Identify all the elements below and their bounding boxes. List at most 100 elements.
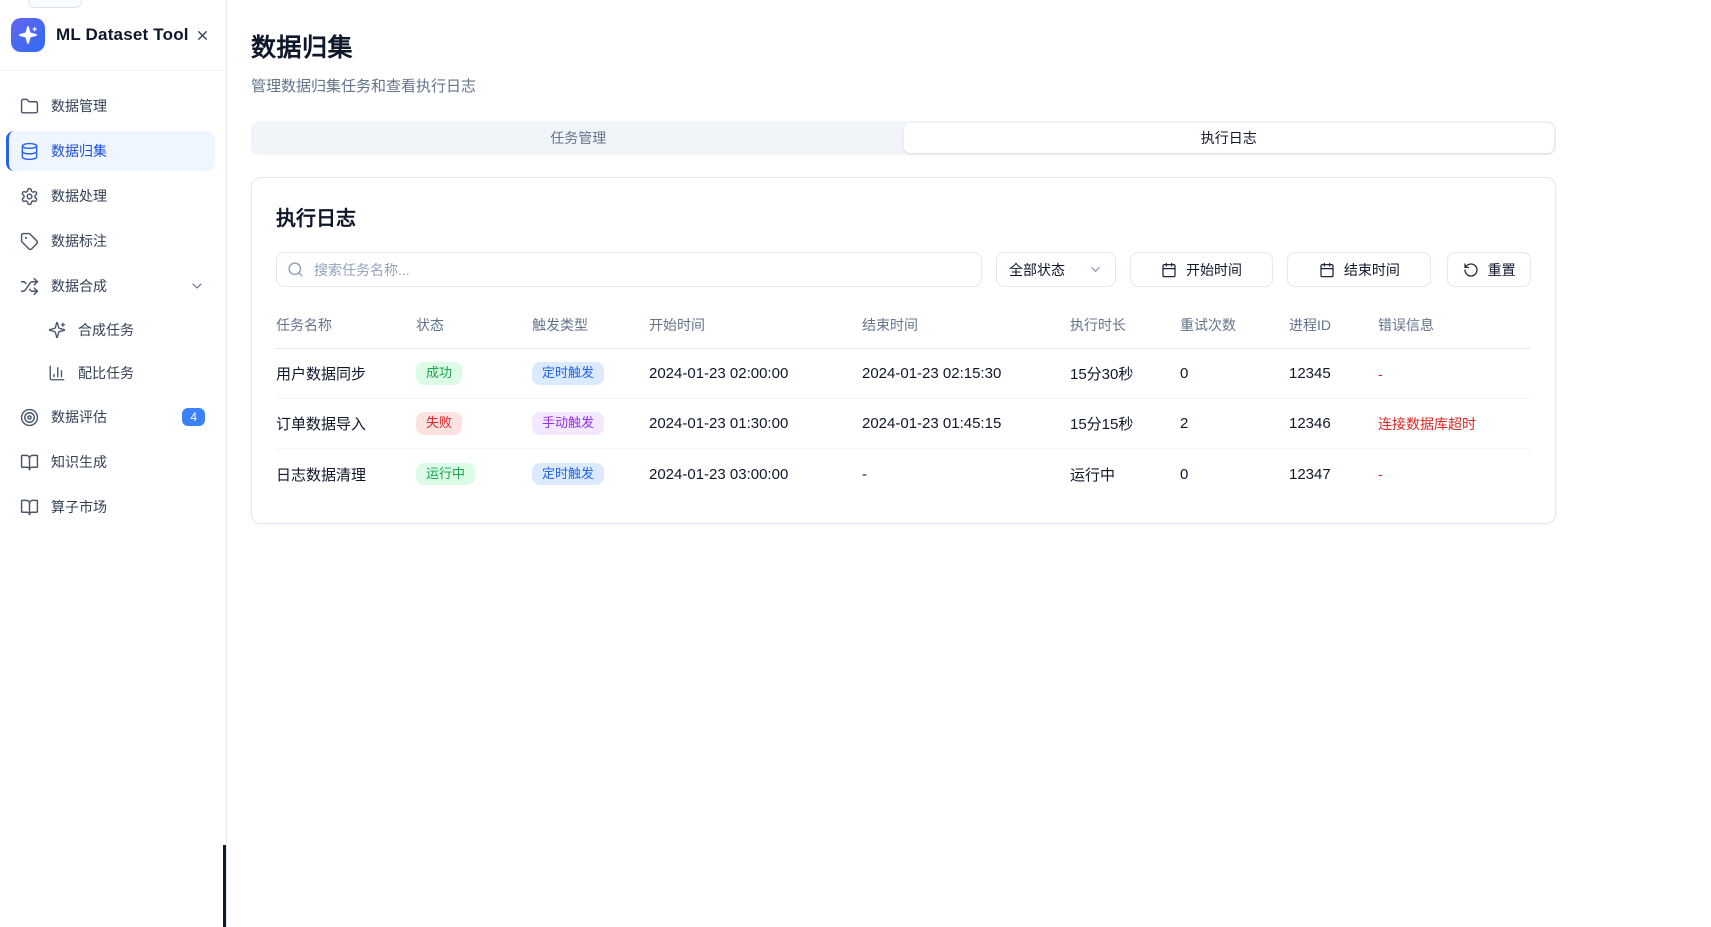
filter-bar: 全部状态 开始时间 结束时间 [276, 252, 1531, 287]
main-content: 数据归集 管理数据归集任务和查看执行日志 任务管理执行日志 执行日志 全部状态 [227, 0, 1711, 927]
trigger-cell: 定时触发 [532, 362, 649, 385]
status-badge: 运行中 [416, 463, 475, 486]
tab-task-management[interactable]: 任务管理 [253, 123, 904, 153]
sidebar-item-label: 数据评估 [51, 407, 107, 427]
sidebar-scrollbar-thumb[interactable] [223, 845, 226, 927]
sidebar-item-operator-market[interactable]: 算子市场 [6, 487, 215, 527]
rotate-ccw-icon [1463, 262, 1479, 278]
status-filter-select[interactable]: 全部状态 [996, 252, 1116, 287]
end-time-cell: 2024-01-23 01:45:15 [862, 415, 1070, 432]
task-name-cell: 订单数据导入 [276, 413, 416, 434]
retries-cell: 2 [1180, 415, 1289, 432]
status-badge: 成功 [416, 362, 462, 385]
reset-button[interactable]: 重置 [1447, 252, 1531, 287]
page-subtitle: 管理数据归集任务和查看执行日志 [251, 75, 1556, 96]
sidebar-item-label: 数据归集 [51, 141, 107, 161]
close-icon[interactable] [195, 28, 210, 43]
chevron-down-icon [189, 278, 205, 294]
tab-bar: 任务管理执行日志 [251, 121, 1556, 155]
book-icon [20, 453, 39, 472]
table-row: 用户数据同步成功定时触发2024-01-23 02:00:002024-01-2… [276, 349, 1531, 399]
start-time-cell: 2024-01-23 01:30:00 [649, 415, 862, 432]
column-header: 错误信息 [1378, 315, 1531, 335]
count-badge: 4 [182, 408, 205, 426]
pid-cell: 12345 [1289, 365, 1378, 382]
trigger-cell: 定时触发 [532, 463, 649, 486]
book-icon [20, 498, 39, 517]
search-field [276, 252, 982, 287]
start-time-button[interactable]: 开始时间 [1130, 252, 1274, 287]
sidebar-item-data-synthesis[interactable]: 数据合成 [6, 266, 215, 306]
sidebar-item-label: 数据标注 [51, 231, 107, 251]
tab-execution-logs[interactable]: 执行日志 [904, 123, 1555, 153]
end-time-cell: 2024-01-23 02:15:30 [862, 365, 1070, 382]
end-time-cell: - [862, 466, 1070, 483]
table-body: 用户数据同步成功定时触发2024-01-23 02:00:002024-01-2… [276, 349, 1531, 499]
sidebar-item-label: 算子市场 [51, 497, 107, 517]
sidebar-item-data-evaluation[interactable]: 数据评估 4 [6, 397, 215, 437]
column-header: 重试次数 [1180, 315, 1289, 335]
sidebar-item-synthesis-task[interactable]: 合成任务 [34, 311, 215, 349]
tag-icon [20, 232, 39, 251]
sidebar-item-data-management[interactable]: 数据管理 [6, 86, 215, 126]
pid-cell: 12347 [1289, 466, 1378, 483]
start-time-label: 开始时间 [1186, 260, 1242, 280]
duration-cell: 运行中 [1070, 464, 1180, 485]
sidebar-item-data-processing[interactable]: 数据处理 [6, 176, 215, 216]
calendar-icon [1319, 262, 1335, 278]
sidebar-item-label: 合成任务 [78, 320, 134, 340]
end-time-button[interactable]: 结束时间 [1287, 252, 1431, 287]
task-name-cell: 用户数据同步 [276, 363, 416, 384]
column-header: 进程ID [1289, 315, 1378, 335]
sidebar-item-data-collection[interactable]: 数据归集 [6, 131, 215, 171]
trigger-badge: 定时触发 [532, 463, 604, 486]
panel-title: 执行日志 [276, 202, 1531, 231]
retries-cell: 0 [1180, 466, 1289, 483]
search-input[interactable] [276, 252, 982, 287]
status-badge: 失败 [416, 412, 462, 435]
column-header: 开始时间 [649, 315, 862, 335]
sidebar-item-label: 数据处理 [51, 186, 107, 206]
end-time-label: 结束时间 [1344, 260, 1400, 280]
sidebar-item-label: 数据管理 [51, 96, 107, 116]
error-cell: - [1378, 366, 1531, 382]
sidebar-item-knowledge-generation[interactable]: 知识生成 [6, 442, 215, 482]
sparkles-icon [48, 321, 66, 339]
duration-cell: 15分15秒 [1070, 413, 1180, 434]
execution-logs-panel: 执行日志 全部状态 开始时间 [251, 177, 1556, 524]
window-tab-artifact [28, 0, 82, 8]
sidebar-header: ML Dataset Tool [0, 0, 226, 71]
table-row: 日志数据清理运行中定时触发2024-01-23 03:00:00-运行中0123… [276, 449, 1531, 499]
column-header: 结束时间 [862, 315, 1070, 335]
bar-chart-icon [48, 364, 66, 382]
column-header: 任务名称 [276, 315, 416, 335]
trigger-badge: 定时触发 [532, 362, 604, 385]
duration-cell: 15分30秒 [1070, 363, 1180, 384]
gear-icon [20, 187, 39, 206]
error-cell: - [1378, 466, 1531, 482]
column-header: 执行时长 [1070, 315, 1180, 335]
retries-cell: 0 [1180, 365, 1289, 382]
status-cell: 失败 [416, 412, 532, 435]
sidebar: ML Dataset Tool 数据管理数据归集数据处理数据标注数据合成合成任务… [0, 0, 227, 927]
sidebar-item-ratio-task[interactable]: 配比任务 [34, 354, 215, 392]
shuffle-icon [20, 277, 39, 296]
sidebar-item-data-annotation[interactable]: 数据标注 [6, 221, 215, 261]
column-header: 触发类型 [532, 315, 649, 335]
table-header-row: 任务名称状态触发类型开始时间结束时间执行时长重试次数进程ID错误信息 [276, 315, 1531, 349]
database-icon [20, 142, 39, 161]
trigger-cell: 手动触发 [532, 412, 649, 435]
task-name-cell: 日志数据清理 [276, 464, 416, 485]
reset-label: 重置 [1488, 260, 1516, 280]
app-title: ML Dataset Tool [56, 25, 195, 45]
error-cell: 连接数据库超时 [1378, 414, 1531, 434]
sidebar-item-label: 数据合成 [51, 276, 107, 296]
logs-table: 任务名称状态触发类型开始时间结束时间执行时长重试次数进程ID错误信息 用户数据同… [276, 315, 1531, 499]
sparkles-icon [18, 25, 38, 45]
target-icon [20, 408, 39, 427]
sidebar-item-label: 知识生成 [51, 452, 107, 472]
calendar-icon [1161, 262, 1177, 278]
page-title: 数据归集 [251, 28, 1556, 64]
table-row: 订单数据导入失败 手动触发2024-01-23 01:30:002024-01-2… [276, 399, 1531, 449]
folder-icon [20, 97, 39, 116]
